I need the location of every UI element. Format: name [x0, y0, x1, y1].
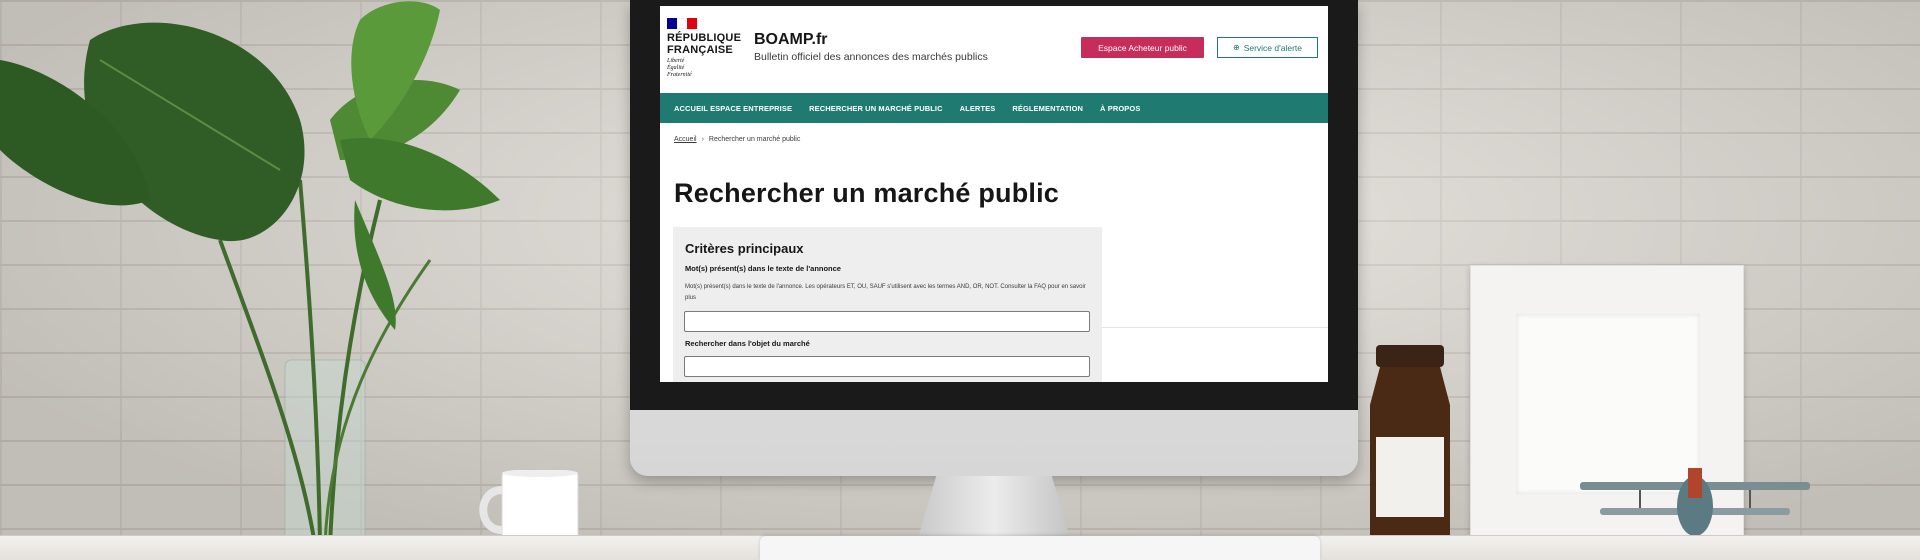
- picture-frame-mat: [1516, 314, 1700, 494]
- espace-acheteur-label: Espace Acheteur public: [1098, 42, 1187, 53]
- flag-blue: [667, 18, 677, 29]
- monitor-stand: [918, 476, 1070, 538]
- plant-decoration: [0, 1, 500, 546]
- republique-motto: Liberté Égalité Fraternité: [667, 58, 692, 78]
- chevron-right-icon: ›: [701, 136, 704, 143]
- keywords-input[interactable]: [684, 311, 1090, 332]
- service-alerte-button[interactable]: ⊕ Service d'alerte: [1217, 37, 1318, 58]
- content-divider: [1102, 327, 1328, 328]
- site-title[interactable]: BOAMP.fr: [754, 31, 828, 49]
- criteria-panel: Critères principaux Mot(s) présent(s) da…: [673, 227, 1102, 382]
- flag-red: [687, 18, 697, 29]
- keywords-help-text: Mot(s) présent(s) dans le texte de l'ann…: [685, 284, 1086, 301]
- nav-item-rechercher[interactable]: RECHERCHER UN MARCHÉ PUBLIC: [809, 104, 943, 113]
- site-header: RÉPUBLIQUE FRANÇAISE Liberté Égalité Fra…: [660, 6, 1328, 93]
- browser-viewport: RÉPUBLIQUE FRANÇAISE Liberté Égalité Fra…: [660, 6, 1328, 382]
- french-flag-logo: [667, 18, 697, 29]
- keyboard: [760, 536, 1320, 560]
- keywords-label: Mot(s) présent(s) dans le texte de l'ann…: [685, 264, 841, 273]
- flag-white: [677, 18, 687, 29]
- breadcrumb-home-link[interactable]: Accueil: [674, 136, 697, 143]
- object-label: Rechercher dans l'objet du marché: [685, 339, 810, 348]
- criteria-title: Critères principaux: [685, 241, 804, 256]
- nav-item-reglementation[interactable]: RÉGLEMENTATION: [1012, 104, 1083, 113]
- bell-icon: ⊕: [1232, 43, 1240, 52]
- service-alerte-label: Service d'alerte: [1243, 42, 1303, 53]
- nav-item-accueil[interactable]: ACCUEIL ESPACE ENTREPRISE: [674, 104, 792, 113]
- breadcrumb: Accueil › Rechercher un marché public: [674, 136, 800, 143]
- amber-bottle: [1370, 345, 1450, 545]
- espace-acheteur-button[interactable]: Espace Acheteur public: [1081, 37, 1204, 58]
- nav-item-alertes[interactable]: ALERTES: [960, 104, 996, 113]
- nav-item-a-propos[interactable]: À PROPOS: [1100, 104, 1140, 113]
- page-title: Rechercher un marché public: [674, 178, 1060, 208]
- main-navigation: ACCUEIL ESPACE ENTREPRISE RECHERCHER UN …: [660, 93, 1328, 123]
- object-search-input[interactable]: [684, 356, 1090, 377]
- breadcrumb-current: Rechercher un marché public: [708, 136, 801, 143]
- site-tagline: Bulletin officiel des annonces des march…: [754, 51, 988, 63]
- republique-francaise-label: RÉPUBLIQUE FRANÇAISE: [667, 32, 742, 56]
